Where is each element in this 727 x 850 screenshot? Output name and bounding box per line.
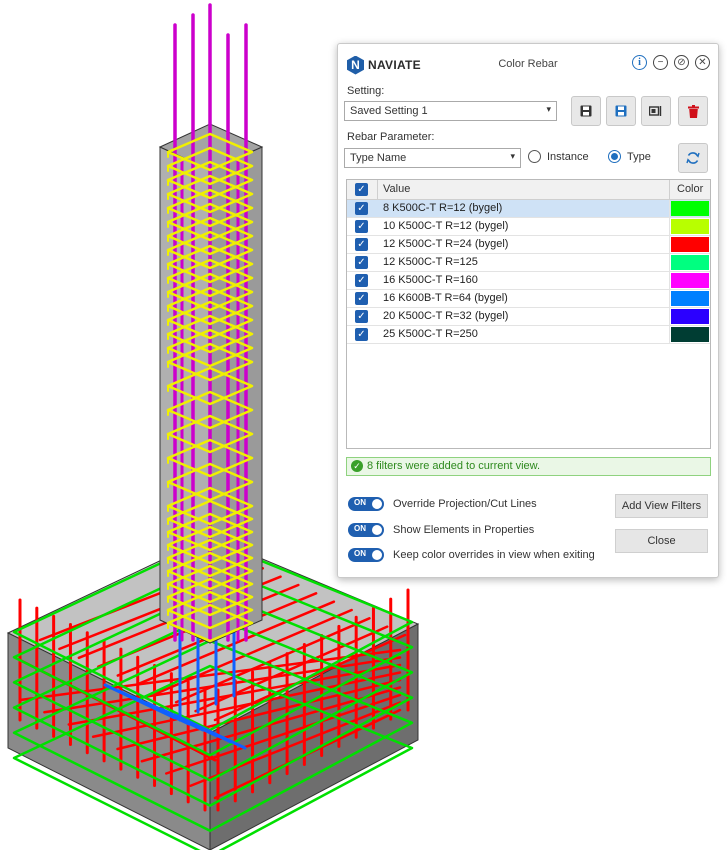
column-rebar <box>166 3 254 643</box>
toggle-switch[interactable]: ON <box>348 523 384 537</box>
row-checkbox[interactable]: ✓ <box>355 256 368 269</box>
color-swatch[interactable] <box>671 291 709 306</box>
refresh-icon <box>686 152 700 164</box>
chevron-down-icon: ▾ <box>510 151 515 161</box>
status-text: 8 filters were added to current view. <box>367 460 541 472</box>
close-icon[interactable]: ✕ <box>695 55 710 70</box>
row-checkbox[interactable]: ✓ <box>355 274 368 287</box>
table-row[interactable]: ✓ 12 K500C-T R=24 (bygel) <box>347 236 710 254</box>
color-rebar-dialog: N NAVIATE Color Rebar i − ⊘ ✕ Setting: S… <box>337 43 719 578</box>
row-value: 8 K500C-T R=12 (bygel) <box>383 202 503 214</box>
setting-select-value: Saved Setting 1 <box>350 105 428 117</box>
row-value: 10 K500C-T R=12 (bygel) <box>383 220 509 232</box>
add-view-filters-button[interactable]: Add View Filters <box>615 494 708 518</box>
toggle-on-label: ON <box>354 549 366 558</box>
row-checkbox[interactable]: ✓ <box>355 202 368 215</box>
refresh-button[interactable] <box>678 143 708 173</box>
row-checkbox[interactable]: ✓ <box>355 292 368 305</box>
rebar-parameter-select-value: Type Name <box>350 152 407 164</box>
minimize-icon[interactable]: − <box>653 55 668 70</box>
delete-setting-button[interactable] <box>678 96 708 126</box>
column-header-value: Value <box>383 183 411 195</box>
toggle-label: Override Projection/Cut Lines <box>393 498 537 510</box>
save-as-icon <box>615 105 627 117</box>
toggle-knob <box>372 550 382 560</box>
toggle-knob <box>372 525 382 535</box>
window-controls: i − ⊘ ✕ <box>632 55 710 70</box>
radio-instance[interactable]: Instance <box>528 150 589 163</box>
radio-type-label: Type <box>627 150 651 163</box>
select-all-checkbox[interactable]: ✓ <box>355 183 368 196</box>
column-separator <box>669 180 670 200</box>
toggle-override-projection: ON Override Projection/Cut Lines <box>348 497 537 511</box>
toggle-on-label: ON <box>354 498 366 507</box>
color-swatch[interactable] <box>671 237 709 252</box>
radio-type[interactable]: Type <box>608 150 651 163</box>
close-button[interactable]: Close <box>615 529 708 553</box>
rebar-color-table: ✓ Value Color ✓ 8 K500C-T R=12 (bygel) ✓ 10… <box>346 179 711 449</box>
row-checkbox[interactable]: ✓ <box>355 310 368 323</box>
column-header-color: Color <box>677 183 704 195</box>
save-setting-button[interactable] <box>571 96 601 126</box>
column-separator <box>669 218 670 236</box>
setting-select[interactable]: Saved Setting 1 ▾ <box>344 101 557 121</box>
row-checkbox[interactable]: ✓ <box>355 238 368 251</box>
status-message: ✓ 8 filters were added to current view. <box>346 457 711 476</box>
rebar-parameter-label: Rebar Parameter: <box>347 131 435 143</box>
column-separator <box>669 272 670 290</box>
info-icon[interactable]: i <box>632 55 647 70</box>
toggle-label: Keep color overrides in view when exitin… <box>393 549 595 561</box>
rename-setting-button[interactable] <box>641 96 671 126</box>
save-as-setting-button[interactable] <box>606 96 636 126</box>
delete-icon <box>687 104 699 118</box>
color-swatch[interactable] <box>671 201 709 216</box>
row-value: 16 K500C-T R=160 <box>383 274 478 286</box>
column-separator <box>669 308 670 326</box>
setting-label: Setting: <box>347 85 385 97</box>
table-row[interactable]: ✓ 10 K500C-T R=12 (bygel) <box>347 218 710 236</box>
toggle-on-label: ON <box>354 524 366 533</box>
color-swatch[interactable] <box>671 273 709 288</box>
row-value: 12 K500C-T R=24 (bygel) <box>383 238 509 250</box>
toggle-show-elements: ON Show Elements in Properties <box>348 523 534 537</box>
radio-instance-circle <box>528 150 541 163</box>
table-header: ✓ Value Color <box>347 180 710 200</box>
toggle-keep-overrides: ON Keep color overrides in view when exi… <box>348 548 595 562</box>
row-value: 20 K500C-T R=32 (bygel) <box>383 310 509 322</box>
chevron-down-icon: ▾ <box>546 104 551 114</box>
column-separator <box>669 200 670 218</box>
toggle-switch[interactable]: ON <box>348 548 384 562</box>
radio-instance-label: Instance <box>547 150 589 163</box>
table-row[interactable]: ✓ 8 K500C-T R=12 (bygel) <box>347 200 710 218</box>
row-value: 25 K500C-T R=250 <box>383 328 478 340</box>
column-separator <box>669 326 670 344</box>
row-checkbox[interactable]: ✓ <box>355 328 368 341</box>
color-swatch[interactable] <box>671 255 709 270</box>
table-row[interactable]: ✓ 20 K500C-T R=32 (bygel) <box>347 308 710 326</box>
pin-icon[interactable]: ⊘ <box>674 55 689 70</box>
title-bar: N NAVIATE Color Rebar i − ⊘ ✕ <box>338 44 718 84</box>
table-row[interactable]: ✓ 16 K600B-T R=64 (bygel) <box>347 290 710 308</box>
check-circle-icon: ✓ <box>351 460 363 472</box>
color-swatch[interactable] <box>671 309 709 324</box>
row-value: 16 K600B-T R=64 (bygel) <box>383 292 508 304</box>
column-separator <box>377 180 378 200</box>
rebar-parameter-select[interactable]: Type Name ▾ <box>344 148 521 168</box>
table-row[interactable]: ✓ 16 K500C-T R=160 <box>347 272 710 290</box>
column-separator <box>669 290 670 308</box>
save-icon <box>580 105 592 117</box>
table-row[interactable]: ✓ 25 K500C-T R=250 <box>347 326 710 344</box>
color-swatch[interactable] <box>671 219 709 234</box>
row-value: 12 K500C-T R=125 <box>383 256 478 268</box>
toggle-label: Show Elements in Properties <box>393 524 535 536</box>
row-checkbox[interactable]: ✓ <box>355 220 368 233</box>
table-row[interactable]: ✓ 12 K500C-T R=125 <box>347 254 710 272</box>
column-separator <box>669 236 670 254</box>
color-swatch[interactable] <box>671 327 709 342</box>
column-separator <box>669 254 670 272</box>
toggle-knob <box>372 499 382 509</box>
toggle-switch[interactable]: ON <box>348 497 384 511</box>
rename-icon <box>649 106 662 116</box>
radio-type-circle <box>608 150 621 163</box>
